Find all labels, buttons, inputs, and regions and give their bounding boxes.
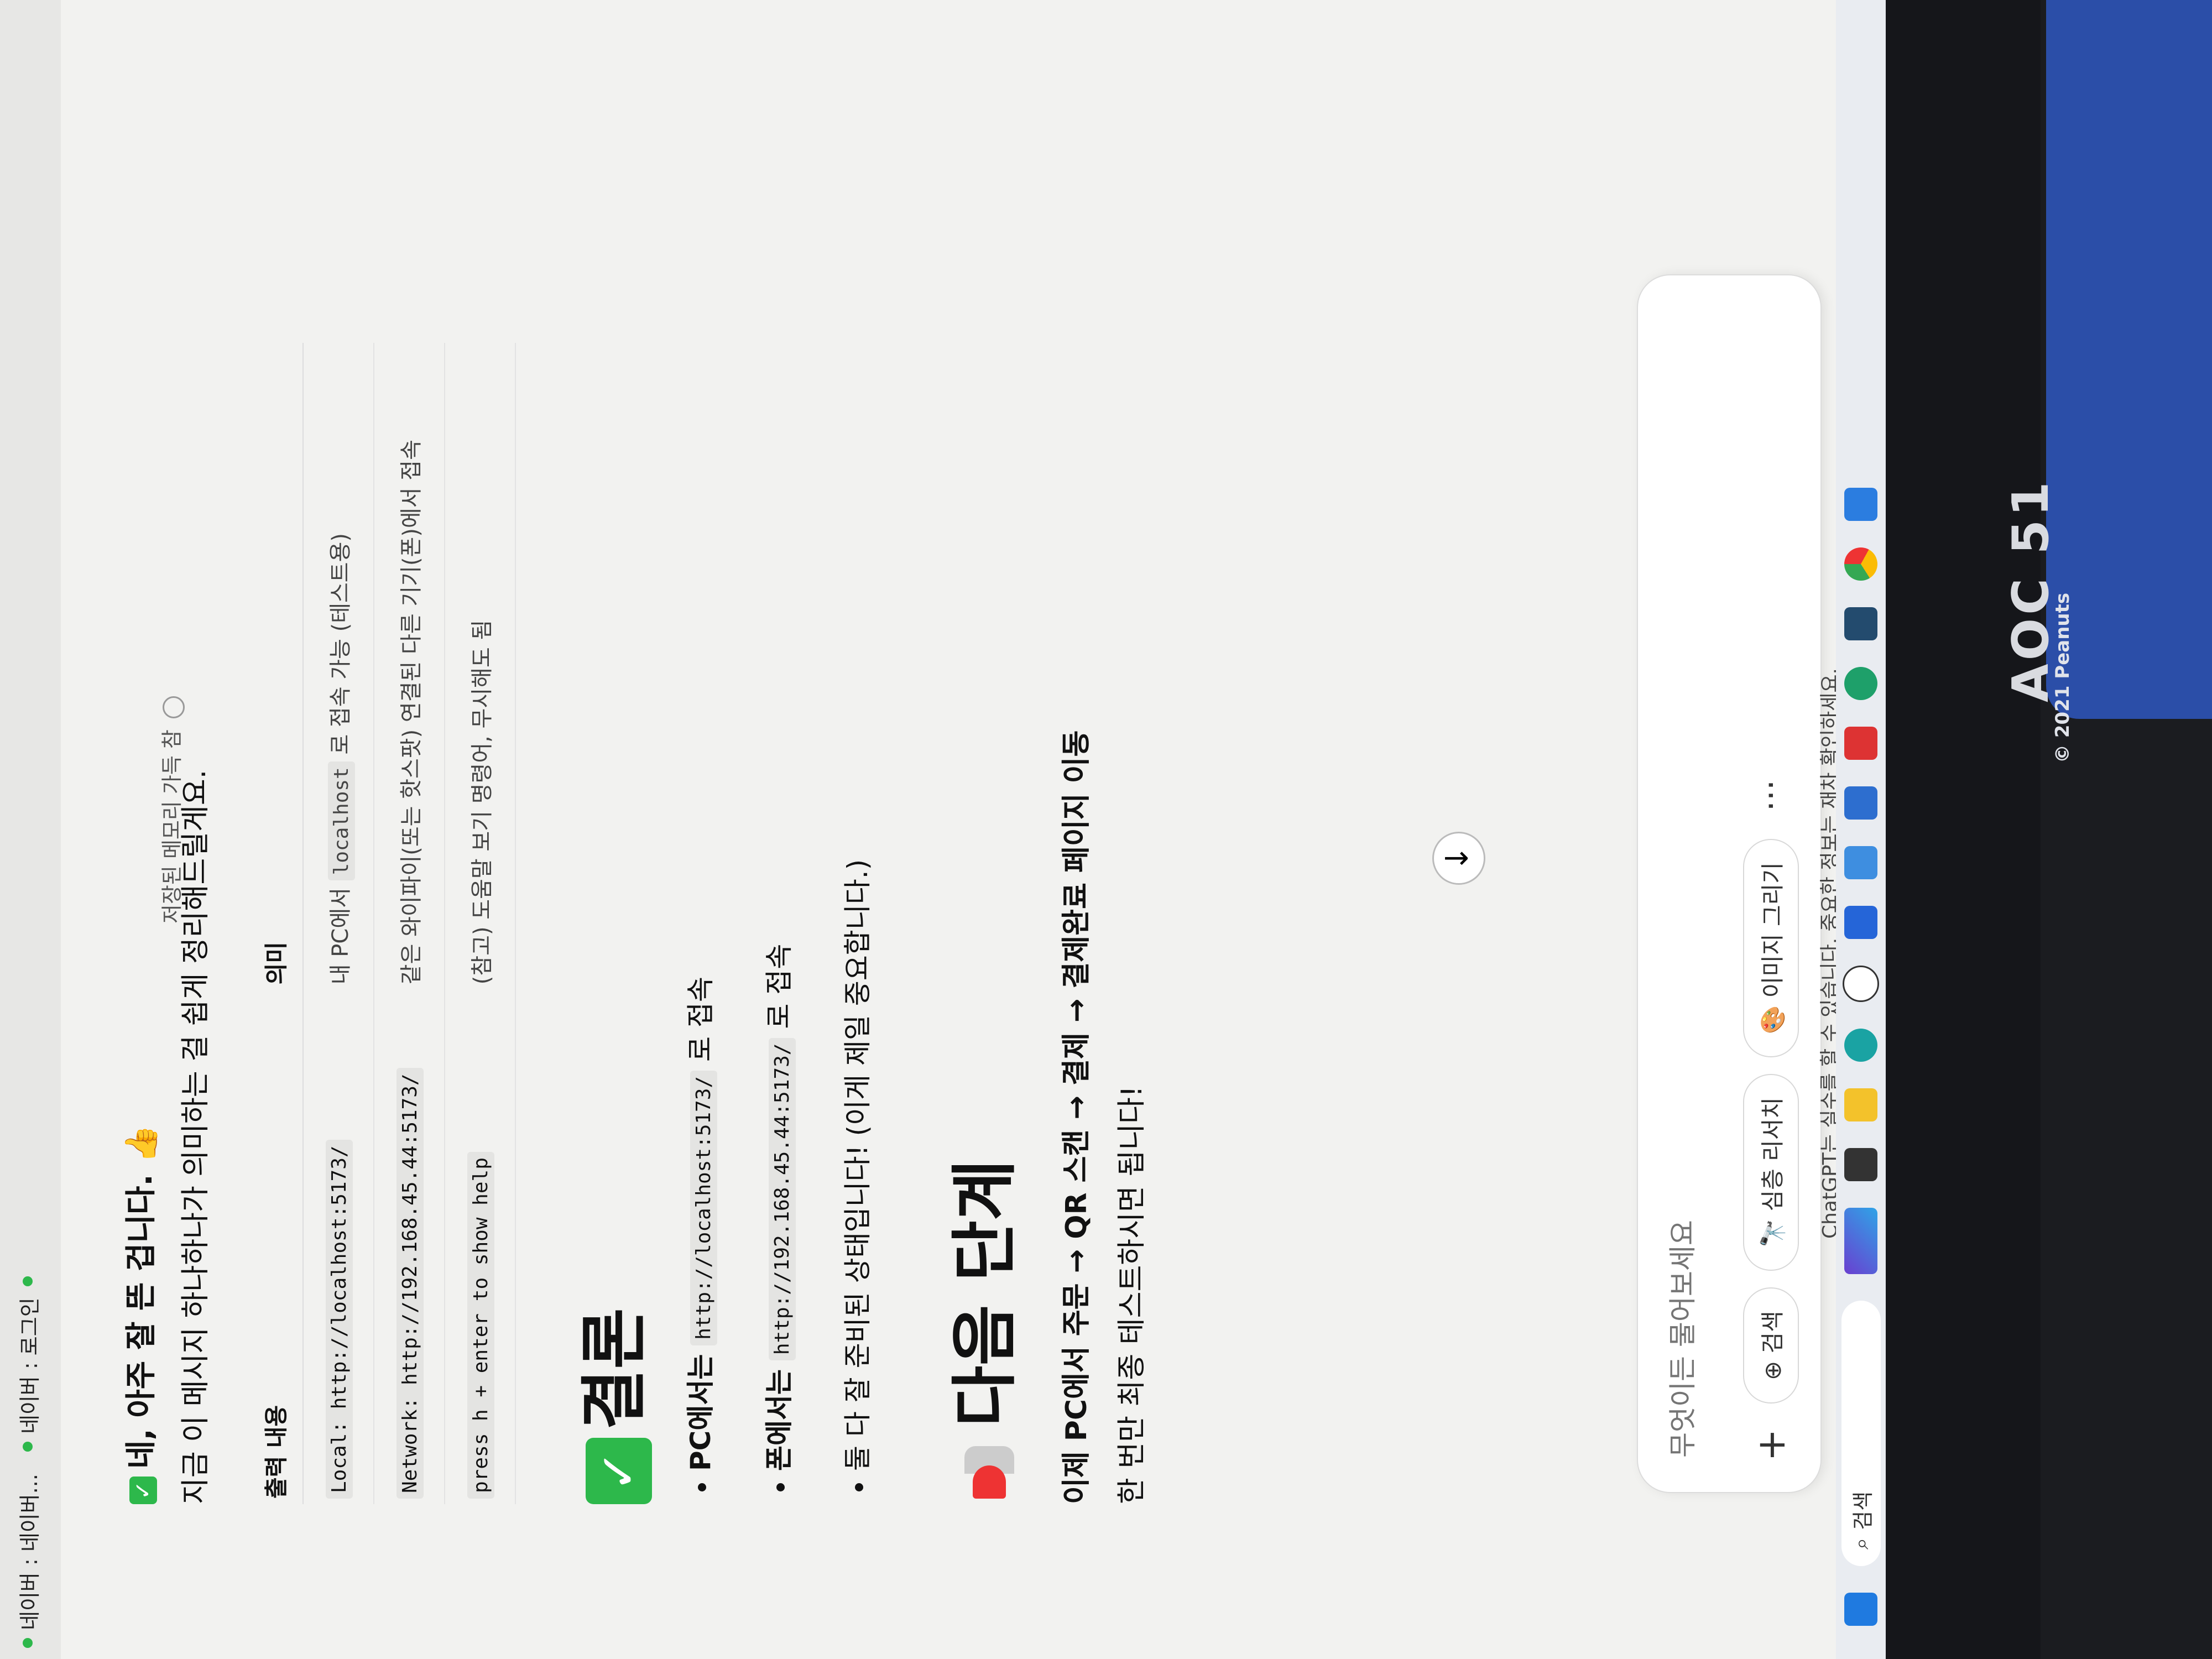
code-snippet: Local: http://localhost:5173/ (326, 1140, 353, 1499)
bookmark-naver-login[interactable]: 네이버 : 로그인 (13, 1269, 43, 1452)
conclusion-list: PC에서는 http://localhost:5173/ 로 접속 폰에서는 h… (679, 343, 875, 1504)
table-cell: Network: http://192.168.45.44:5173/ (374, 990, 445, 1504)
meaning-text: 로 접속 가능 (테스트용) (328, 533, 353, 755)
code-snippet: press h + enter to show help (467, 1152, 494, 1499)
table-cell: 내 PC에서 localhost 로 접속 가능 (테스트용) (303, 343, 374, 990)
prompt-input[interactable] (1660, 461, 1705, 1459)
table-row: Network: http://192.168.45.44:5173/ 같은 와… (374, 343, 445, 1504)
windows-start-icon[interactable] (1844, 1593, 1877, 1626)
edge-browser-icon[interactable] (1844, 1029, 1877, 1062)
bookmark-label: 네이버 : 로그인 (17, 1297, 42, 1434)
bullet-prefix: 폰에서는 (763, 1369, 795, 1471)
header-meaning: 의미 (247, 343, 303, 990)
message-composer: + ⊕ 검색 🔭 심층 리서치 🎨 이미지 그리기 ··· (1637, 274, 1822, 1493)
bullet-suffix: 로 접속 (685, 977, 717, 1062)
table-cell: press h + enter to show help (445, 990, 515, 1504)
megaphone-icon (959, 1443, 1020, 1504)
deep-research-button[interactable]: 🔭 심층 리서치 (1743, 1073, 1799, 1271)
bookmark-naver-1[interactable]: 네이버 : 네이버... (13, 1474, 43, 1648)
chat-thread: 저장된 메모리 가득 참 ✓ 네, 아주 잘 뜬 겁니다. 👍 지금 이 메시지 … (83, 343, 1742, 1504)
bullet-prefix: 둘 다 잘 준비된 상태입니다! (이게 제일 중요합니다.) (842, 859, 874, 1471)
taskbar-search[interactable]: ⌕ 검색 (1841, 1301, 1881, 1566)
list-item: 둘 다 잘 준비된 상태입니다! (이게 제일 중요합니다.) (836, 343, 875, 1471)
next-step-text: 이제 PC에서 주문 → QR 스캔 → 결제 → 결제완료 페이지 이동 한 … (1049, 343, 1160, 1504)
meaning-text: (참고) 도움말 보기 명령어, 무시해도 됨 (469, 619, 495, 985)
naver-favicon-icon (23, 1442, 33, 1452)
table-cell: (참고) 도움말 보기 명령어, 무시해도 됨 (445, 343, 515, 990)
status-dot-icon (23, 1276, 33, 1287)
settings-app-icon[interactable] (1844, 786, 1877, 820)
bookmark-bar: 네이버 : 네이버... 네이버 : 로그인 (0, 0, 61, 1659)
taskbar-search-label: 검색 (1850, 1491, 1875, 1530)
list-item: PC에서는 http://localhost:5173/ 로 접속 (679, 343, 718, 1471)
conclusion-title: 결론 (576, 1308, 653, 1430)
intro-text: 지금 이 메시지 하나하나가 의미하는 걸 쉽게 정리해드릴게요. (179, 769, 212, 1504)
info-icon[interactable] (162, 696, 185, 719)
draw-image-button[interactable]: 🎨 이미지 그리기 (1743, 839, 1799, 1057)
intro-heading-text: 네, 아주 잘 뜬 겁니다. 👍 (123, 1125, 159, 1469)
widgets-icon[interactable] (1844, 1208, 1877, 1274)
arrow-down-icon: ↓ (1439, 845, 1475, 872)
meaning-text: 같은 와이파이(또는 핫스팟) 연결된 다른 기기(폰)에서 접속 (399, 440, 424, 985)
memory-full-notice[interactable]: 저장된 메모리 가득 참 (155, 696, 185, 924)
code-snippet: localhost (328, 761, 355, 881)
code-snippet: http://192.168.45.44:5173/ (769, 1037, 796, 1361)
code-snippet: http://localhost:5173/ (690, 1070, 717, 1345)
conclusion-heading: ✓ 결론 (560, 343, 656, 1504)
table-row: press h + enter to show help (참고) 도움말 보기… (445, 343, 515, 1504)
table-cell: Local: http://localhost:5173/ (303, 990, 374, 1504)
composer-tools: + ⊕ 검색 🔭 심층 리서치 🎨 이미지 그리기 ··· (1743, 769, 1799, 1470)
file-explorer-icon[interactable] (1844, 1088, 1877, 1121)
task-view-icon[interactable] (1844, 1148, 1877, 1181)
next-step-heading: 다음 단계 (931, 343, 1027, 1504)
more-options-button[interactable]: ··· (1752, 769, 1791, 822)
green-app-icon[interactable] (1844, 667, 1877, 700)
next-step-line: 한 번만 최종 테스트하시면 됩니다! (1115, 1086, 1149, 1504)
header-output: 출력 내용 (247, 990, 303, 1504)
memory-note-text: 저장된 메모리 가득 참 (160, 729, 184, 924)
intro-heading: ✓ 네, 아주 잘 뜬 겁니다. 👍 (116, 343, 161, 1504)
windows-taskbar: ⌕ 검색 (1836, 0, 1886, 1659)
network-app-icon[interactable] (1844, 846, 1877, 879)
add-attachment-button[interactable]: + (1749, 1420, 1794, 1470)
check-icon: ✓ (129, 1477, 157, 1504)
next-step-title: 다음 단계 (947, 1159, 1024, 1427)
bullet-suffix: 로 접속 (763, 943, 795, 1029)
table-row: Local: http://localhost:5173/ 내 PC에서 loc… (303, 343, 374, 1504)
office-app-icon[interactable] (1844, 727, 1877, 760)
sticker-copyright: © 2021 Peanuts (2052, 592, 2074, 763)
scroll-down-button[interactable]: ↓ (1432, 832, 1485, 885)
monitor-screen: 네이버 : 네이버... 네이버 : 로그인 저장된 메모리 가득 참 ✓ 네, … (0, 0, 1886, 1659)
naver-favicon-icon (23, 1638, 33, 1648)
bookmark-label: 네이버 : 네이버... (17, 1474, 42, 1630)
bullet-prefix: PC에서는 (685, 1354, 717, 1471)
table-header-row: 출력 내용 의미 (247, 343, 303, 1504)
list-item: 폰에서는 http://192.168.45.44:5173/ 로 접속 (757, 343, 797, 1471)
dell-icon[interactable] (1843, 966, 1879, 1002)
search-icon: ⌕ (1848, 1537, 1873, 1550)
chrome-browser-icon[interactable] (1844, 547, 1877, 581)
vscode-icon[interactable] (1844, 488, 1877, 521)
search-tool-button[interactable]: ⊕ 검색 (1743, 1287, 1799, 1404)
meaning-text: 내 PC에서 (328, 888, 353, 985)
table-cell: 같은 와이파이(또는 핫스팟) 연결된 다른 기기(폰)에서 접속 (374, 343, 445, 990)
code-app-icon[interactable] (1844, 607, 1877, 640)
code-snippet: Network: http://192.168.45.44:5173/ (397, 1068, 424, 1499)
check-icon: ✓ (586, 1438, 653, 1504)
store-icon[interactable] (1844, 906, 1877, 939)
next-step-line: 이제 PC에서 주문 → QR 스캔 → 결제 → 결제완료 페이지 이동 (1060, 730, 1093, 1504)
output-table: 출력 내용 의미 Local: http://localhost:5173/ 내… (247, 343, 516, 1504)
